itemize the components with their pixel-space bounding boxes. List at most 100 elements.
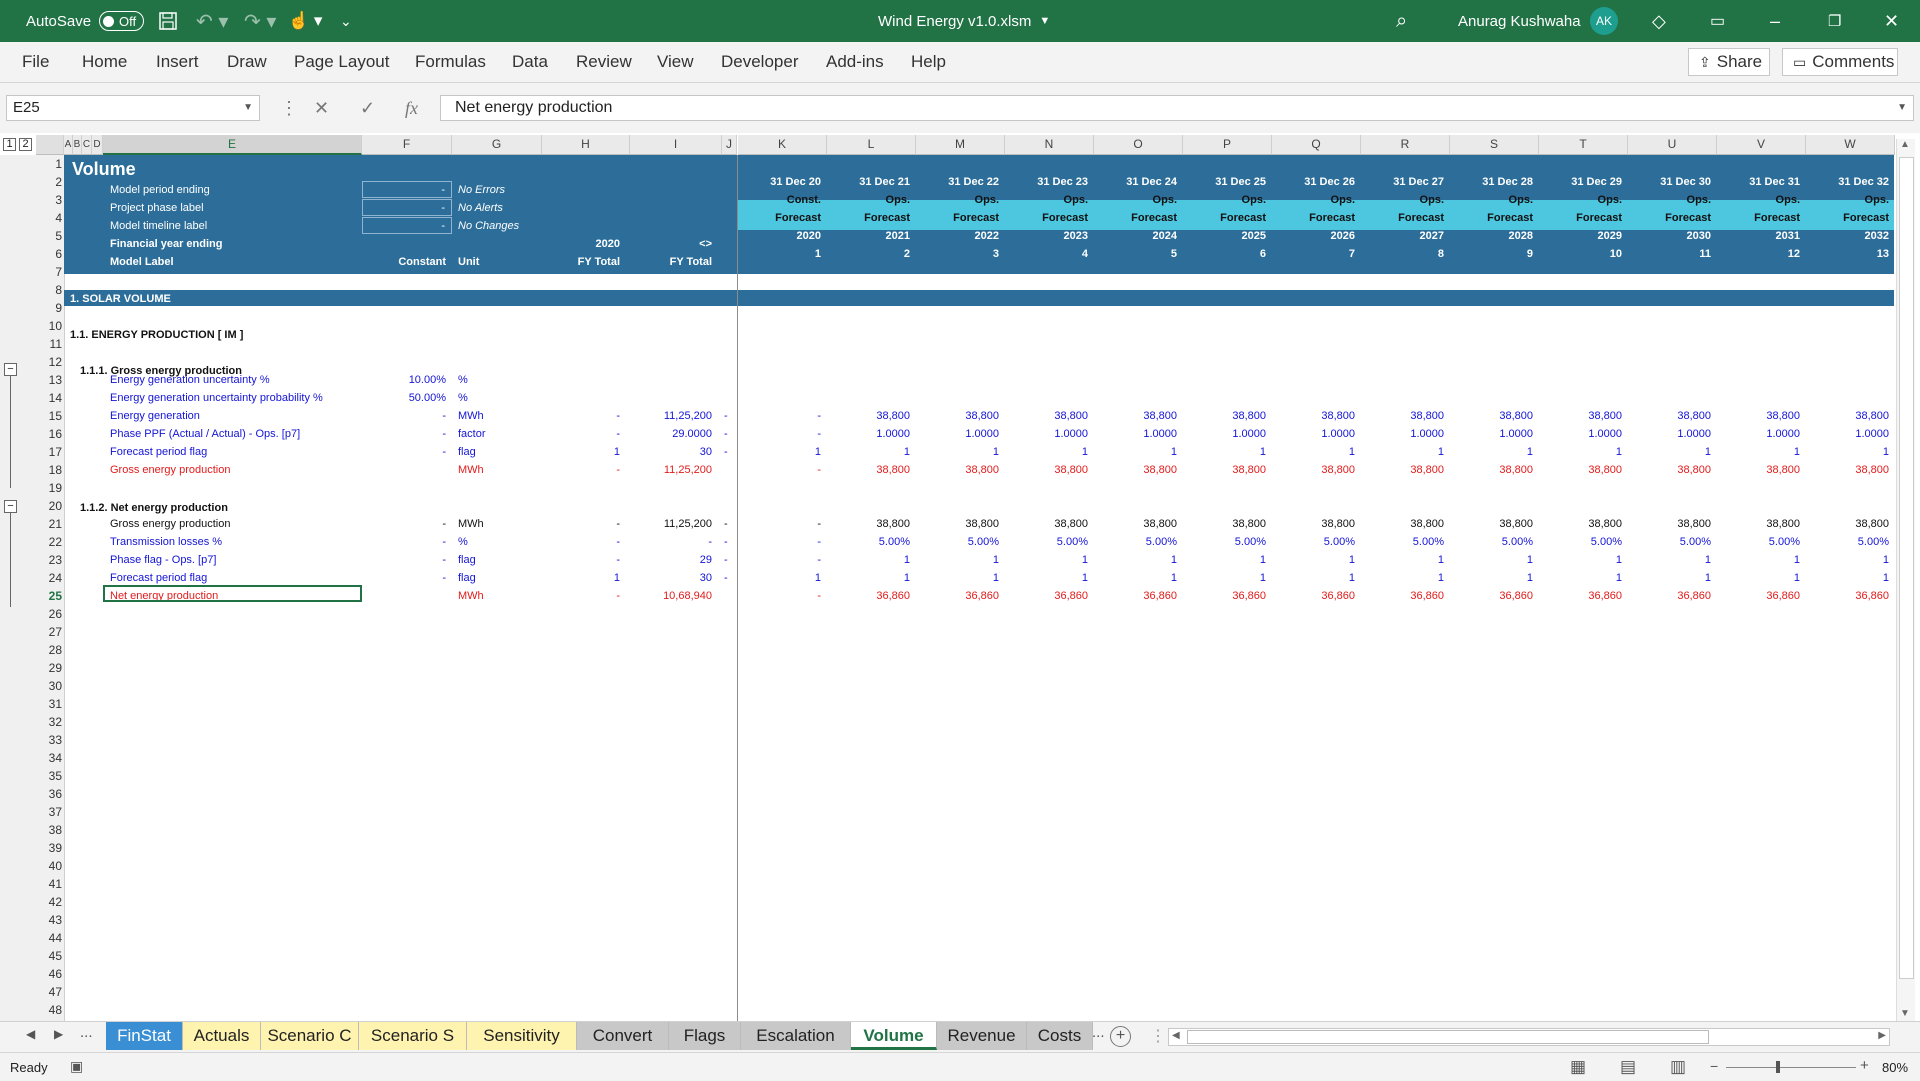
k-cell[interactable]: - [738,553,821,567]
row-header[interactable]: 43 [26,913,62,927]
timeline-value-cell[interactable]: 5.00% [1183,535,1266,549]
share-button[interactable]: ⇪ Share [1688,48,1770,76]
column-header-g[interactable]: G [452,135,542,155]
timeline-value-cell[interactable]: 1 [1539,571,1622,585]
timeline-value-cell[interactable]: 38,800 [1094,463,1177,477]
timeline-value-cell[interactable]: 1 [1094,571,1177,585]
timeline-years-cell[interactable]: 2028 [1450,229,1533,243]
tab-help[interactable]: Help [911,42,946,82]
timeline-value-cell[interactable]: 1.0000 [1450,427,1533,441]
timeline-value-cell[interactable]: 38,800 [1272,463,1355,477]
sheet-tab-escalation[interactable]: Escalation [741,1022,851,1050]
timeline-value-cell[interactable]: 1 [916,571,999,585]
sheet-tab-flags[interactable]: Flags [669,1022,741,1050]
timeline-phases-cell[interactable]: Const. [738,193,821,207]
column-header-k[interactable]: K [738,135,827,155]
row-header[interactable]: 35 [26,769,62,783]
fy-total-h-cell[interactable]: - [560,409,620,423]
timeline-dates-cell[interactable]: 31 Dec 31 [1717,175,1800,189]
timeline-timeline-cell[interactable]: Forecast [738,211,821,225]
timeline-value-cell[interactable]: 38,800 [916,463,999,477]
timeline-timeline-cell[interactable]: Forecast [1005,211,1088,225]
timeline-value-cell[interactable]: 1.0000 [1005,427,1088,441]
input-box-3[interactable]: - [362,217,452,234]
customize-qat-icon[interactable]: ⌄ [340,0,352,42]
row-header[interactable]: 14 [26,391,62,405]
timeline-phases-cell[interactable]: Ops. [1183,193,1266,207]
timeline-periods-cell[interactable]: 9 [1450,247,1533,261]
timeline-value-cell[interactable]: 1 [1183,571,1266,585]
timeline-timeline-cell[interactable]: Forecast [827,211,910,225]
timeline-timeline-cell[interactable]: Forecast [1361,211,1444,225]
row-header[interactable]: 37 [26,805,62,819]
timeline-value-cell[interactable]: 36,860 [916,589,999,603]
timeline-value-cell[interactable]: 1 [1717,553,1800,567]
timeline-value-cell[interactable]: 38,800 [1005,463,1088,477]
row-header[interactable]: 48 [26,1003,62,1017]
timeline-periods-cell[interactable]: 1 [738,247,821,261]
touch-mode-icon[interactable]: ☝ ▾ [288,0,322,42]
timeline-value-cell[interactable]: 1 [1272,445,1355,459]
column-header-a[interactable]: A [64,135,73,155]
timeline-value-cell[interactable]: 38,800 [1539,409,1622,423]
timeline-value-cell[interactable]: 36,860 [1361,589,1444,603]
timeline-value-cell[interactable]: 38,800 [1450,463,1533,477]
unit-cell[interactable]: flag [458,571,476,585]
timeline-value-cell[interactable]: 5.00% [1272,535,1355,549]
fy-total-h-cell[interactable]: - [560,535,620,549]
timeline-years-cell[interactable]: 2023 [1005,229,1088,243]
row-header[interactable]: 34 [26,751,62,765]
minimize-icon[interactable]: – [1770,0,1780,42]
fy-total-h-cell[interactable]: 1 [560,445,620,459]
row-label[interactable]: Gross energy production [110,463,230,477]
row-label[interactable]: Forecast period flag [110,571,207,585]
timeline-dates-cell[interactable]: 31 Dec 24 [1094,175,1177,189]
timeline-value-cell[interactable]: 38,800 [1806,517,1889,531]
macro-record-icon[interactable]: ▣ [70,1058,83,1075]
timeline-value-cell[interactable]: 5.00% [1094,535,1177,549]
timeline-years-cell[interactable]: 2020 [738,229,821,243]
timeline-value-cell[interactable]: 1 [1450,445,1533,459]
timeline-value-cell[interactable]: 38,800 [1005,517,1088,531]
timeline-phases-cell[interactable]: Ops. [1628,193,1711,207]
formula-input[interactable]: Net energy production ▼ [440,95,1914,121]
timeline-phases-cell[interactable]: Ops. [1094,193,1177,207]
column-header-s[interactable]: S [1450,135,1539,155]
scroll-left-icon[interactable]: ◀ [1172,1030,1180,1041]
timeline-value-cell[interactable]: 1 [1361,571,1444,585]
timeline-value-cell[interactable]: 38,800 [1094,517,1177,531]
unit-cell[interactable]: % [458,373,468,387]
timeline-value-cell[interactable]: 36,860 [1717,589,1800,603]
timeline-value-cell[interactable]: 38,800 [1628,409,1711,423]
row-label[interactable]: Energy generation [110,409,200,423]
timeline-value-cell[interactable]: 38,800 [1539,517,1622,531]
collapse-group-button[interactable]: − [4,500,17,513]
select-all-corner[interactable] [36,135,64,155]
row-header[interactable]: 15 [26,409,62,423]
unit-cell[interactable]: flag [458,445,476,459]
timeline-dates-cell[interactable]: 31 Dec 28 [1450,175,1533,189]
timeline-timeline-cell[interactable]: Forecast [1094,211,1177,225]
row-header[interactable]: 28 [26,643,62,657]
timeline-value-cell[interactable]: 5.00% [1539,535,1622,549]
row-header[interactable]: 24 [26,571,62,585]
timeline-timeline-cell[interactable]: Forecast [1183,211,1266,225]
timeline-value-cell[interactable]: 1 [916,553,999,567]
column-header-q[interactable]: Q [1272,135,1361,155]
row-header[interactable]: 44 [26,931,62,945]
column-header-e[interactable]: E [103,135,362,155]
timeline-value-cell[interactable]: 38,800 [1272,409,1355,423]
timeline-periods-cell[interactable]: 12 [1717,247,1800,261]
row-header[interactable]: 29 [26,661,62,675]
sheet-tab-convert[interactable]: Convert [577,1022,669,1050]
timeline-phases-cell[interactable]: Ops. [1272,193,1355,207]
timeline-value-cell[interactable]: 36,860 [1450,589,1533,603]
sheet-tab-volume[interactable]: Volume [851,1022,937,1050]
column-header-b[interactable]: B [73,135,82,155]
timeline-value-cell[interactable]: 1.0000 [1806,427,1889,441]
row-header[interactable]: 33 [26,733,62,747]
timeline-value-cell[interactable]: 36,860 [1539,589,1622,603]
constant-cell[interactable]: 50.00% [362,391,446,405]
cancel-icon[interactable]: ✕ [314,95,329,121]
timeline-dates-cell[interactable]: 31 Dec 32 [1806,175,1889,189]
